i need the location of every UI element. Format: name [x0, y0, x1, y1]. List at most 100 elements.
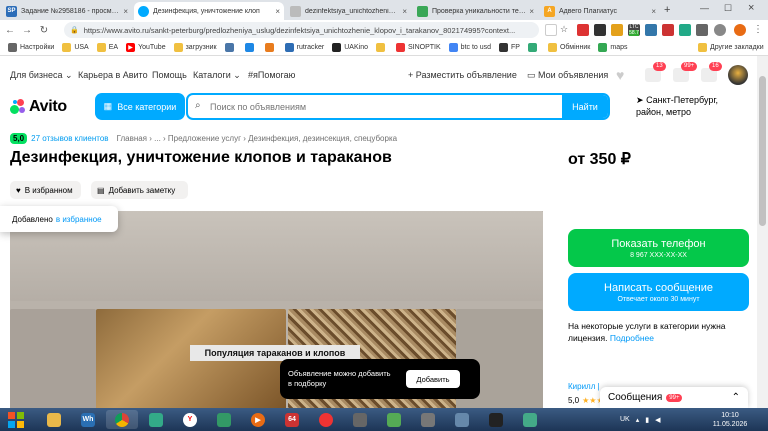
close-icon[interactable]: ×: [402, 7, 407, 16]
favorites-heart-icon[interactable]: ♥: [616, 68, 632, 82]
crumb-services[interactable]: Предложение услуг: [168, 134, 241, 143]
forward-icon[interactable]: →: [20, 23, 34, 37]
avatar[interactable]: [728, 65, 748, 85]
new-tab-icon[interactable]: +: [664, 4, 670, 16]
clock[interactable]: 10:10 11.05.2026: [710, 411, 750, 429]
bookmark-wallet[interactable]: [527, 43, 540, 52]
star-icon[interactable]: ☆: [560, 24, 572, 36]
bookmark-vk[interactable]: [224, 43, 237, 52]
crumb-ellipsis[interactable]: ...: [154, 134, 161, 143]
reviews-link[interactable]: 27 отзывов клиентов: [31, 134, 108, 143]
taskbar-explorer[interactable]: [38, 410, 70, 429]
show-phone-button[interactable]: Показать телефон 8 967 XXX-XX-XX: [568, 229, 749, 267]
bookmark-other[interactable]: Другие закладки: [698, 43, 764, 52]
language-indicator[interactable]: UK: [620, 416, 630, 423]
taskbar-app[interactable]: 64: [276, 410, 308, 429]
link-ihelp[interactable]: #яПомогаю: [248, 70, 295, 80]
taskbar-app[interactable]: [344, 410, 376, 429]
taskbar-wh[interactable]: Wh: [72, 410, 104, 429]
close-icon[interactable]: ×: [123, 7, 128, 16]
taskbar-app[interactable]: [208, 410, 240, 429]
bookmark-rutracker[interactable]: rutracker: [284, 43, 324, 52]
taskbar-yandex[interactable]: Y: [174, 410, 206, 429]
taskbar-app[interactable]: [446, 410, 478, 429]
share-icon[interactable]: [545, 24, 557, 36]
address-bar[interactable]: 🔒 https://www.avito.ru/sankt-peterburg/p…: [64, 22, 539, 38]
maximize-icon[interactable]: ☐: [724, 3, 732, 14]
window-close-icon[interactable]: ×: [748, 2, 754, 14]
seller-name[interactable]: Кирилл |: [568, 382, 600, 391]
bookmark-ok[interactable]: [264, 43, 277, 52]
bookmark-maps[interactable]: maps: [598, 43, 627, 52]
taskbar-app[interactable]: [412, 410, 444, 429]
bookmark-mail[interactable]: [244, 43, 257, 52]
bookmark-uakino[interactable]: UAKino: [332, 43, 368, 52]
close-icon[interactable]: ×: [529, 7, 534, 16]
tab-avito[interactable]: Дезинфекция, уничтожение клоп ×: [134, 2, 284, 20]
back-icon[interactable]: ←: [3, 23, 17, 37]
tab-advego[interactable]: A Адвего Плагиатус ×: [540, 2, 660, 20]
bookmark-settings[interactable]: Настройки: [8, 43, 54, 52]
bookmark-exchanger[interactable]: Обмінник: [547, 43, 590, 52]
close-icon[interactable]: ×: [651, 7, 656, 16]
scrollbar-thumb[interactable]: [759, 76, 766, 226]
network-icon[interactable]: ▮: [645, 416, 649, 424]
notifications-icon[interactable]: 13: [645, 62, 666, 82]
post-ad-link[interactable]: + Разместить объявление: [408, 70, 517, 80]
add-note-button[interactable]: ▤ Добавить заметку: [91, 181, 188, 199]
bookmark-btc[interactable]: btc to usd: [448, 43, 491, 52]
crumb-home[interactable]: Главная: [117, 134, 147, 143]
link-catalogs[interactable]: Каталоги ⌄: [193, 70, 241, 81]
tray-arrow-icon[interactable]: ▴: [636, 416, 640, 424]
add-to-collection-button[interactable]: Добавить: [406, 370, 460, 388]
minimize-icon[interactable]: —: [700, 3, 709, 13]
taskbar-app[interactable]: [480, 410, 512, 429]
crumb-category[interactable]: Дезинфекция, дезинсекция, спецуборка: [248, 134, 397, 143]
bookmark-misc[interactable]: [375, 43, 388, 52]
find-button[interactable]: Найти: [562, 95, 608, 118]
write-message-button[interactable]: Написать сообщение Отвечает около 30 мин…: [568, 273, 749, 311]
all-categories-button[interactable]: ▦ Все категории: [95, 93, 185, 120]
extension-icon[interactable]: [611, 24, 623, 36]
tab-doc[interactable]: dezinfektsiya_unichtozhenie_kl ×: [286, 2, 411, 20]
bookmark-usa[interactable]: USA: [62, 43, 89, 52]
taskbar-app[interactable]: [378, 410, 410, 429]
volume-icon[interactable]: ◀: [655, 416, 660, 424]
extension-icon[interactable]: [645, 24, 657, 36]
my-ads-link[interactable]: ▭ Мои объявления: [527, 70, 608, 81]
taskbar-app[interactable]: [514, 410, 546, 429]
messages-panel[interactable]: Сообщения 99+ ⌃: [600, 387, 748, 408]
avito-logo[interactable]: Avito: [10, 98, 67, 116]
tab-task[interactable]: SP Задание №2958186 - просмотр з ×: [2, 2, 132, 20]
tab-uniqueness[interactable]: Проверка уникальности текста ×: [413, 2, 538, 20]
city-selector[interactable]: ➤ Санкт-Петербург, район, метро: [636, 94, 718, 118]
ltc-extension-icon[interactable]: LTC 58.7: [628, 24, 640, 36]
start-button[interactable]: [2, 409, 30, 430]
link-help[interactable]: Помощь: [152, 70, 187, 80]
update-icon[interactable]: [734, 24, 746, 36]
bookmark-loader[interactable]: загрузник: [173, 43, 217, 52]
extension-icon[interactable]: [594, 24, 606, 36]
scrollbar[interactable]: [757, 56, 768, 408]
profile-icon[interactable]: [714, 24, 726, 36]
bookmark-sinoptik[interactable]: SINOPTIK: [395, 43, 441, 52]
extension-icon[interactable]: [679, 24, 691, 36]
extension-icon[interactable]: [577, 24, 589, 36]
puzzle-icon[interactable]: [696, 24, 708, 36]
close-icon[interactable]: ×: [275, 7, 280, 16]
link-career[interactable]: Карьера в Авито: [78, 70, 148, 80]
cart-icon[interactable]: 16: [701, 62, 722, 82]
taskbar-chrome[interactable]: [106, 410, 138, 429]
bookmark-ea[interactable]: EA: [96, 43, 118, 52]
taskbar-app[interactable]: [310, 410, 342, 429]
extension-icon[interactable]: [662, 24, 674, 36]
link-for-business[interactable]: Для бизнеса ⌄: [10, 70, 73, 81]
menu-icon[interactable]: ⋮: [752, 24, 764, 36]
bookmark-fp[interactable]: FP: [499, 43, 520, 52]
search-input[interactable]: [210, 100, 550, 114]
more-link[interactable]: Подробнее: [610, 333, 654, 343]
reload-icon[interactable]: ↻: [37, 23, 51, 37]
messages-icon[interactable]: 99+: [673, 62, 698, 82]
favorites-link[interactable]: в избранное: [56, 215, 102, 224]
chevron-up-icon[interactable]: ⌃: [732, 392, 740, 403]
